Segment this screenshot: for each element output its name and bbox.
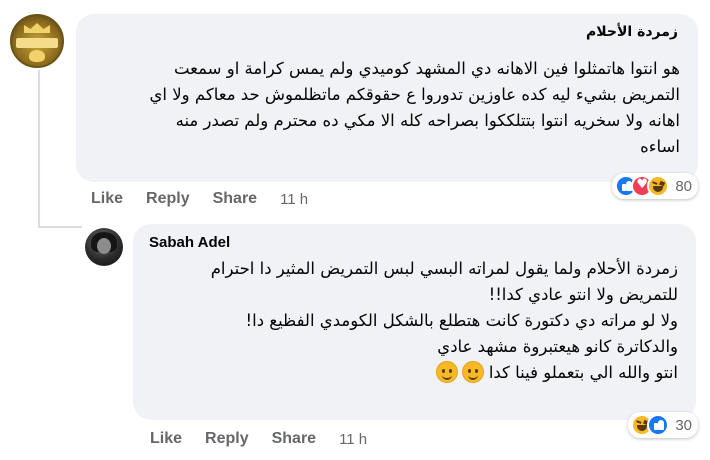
comment-line-with-emoji: انتو والله الي بتعملو فينا كدا	[211, 360, 678, 386]
reply-thread-connector	[38, 226, 82, 228]
reactions-summary[interactable]: 80	[612, 173, 698, 199]
reply-thread-line	[38, 70, 40, 228]
like-icon	[647, 414, 670, 436]
smiley-icon	[435, 361, 458, 383]
comment-author[interactable]: زمردة الأحلام	[586, 24, 678, 40]
comment-line: اهانه ولا سخريه انتوا بتتلككوا بصراحه كل…	[175, 111, 680, 130]
comment-line: اساءه	[640, 137, 680, 156]
avatar-comment-2[interactable]	[85, 228, 123, 266]
crown-icon	[24, 23, 50, 33]
comment-text: زمردة الأحلام ولما يقول لمراته البسي لبس…	[211, 256, 678, 386]
comment-actions: Like Reply Share 11 h	[150, 430, 367, 448]
comment-line: انتو والله الي بتعملو فينا كدا	[488, 363, 678, 382]
like-button[interactable]: Like	[150, 430, 182, 448]
reaction-count: 30	[675, 416, 692, 434]
comment-line: التمريض بشيء ليه كده عاوزين تدوروا ع حقو…	[149, 85, 680, 104]
reply-button[interactable]: Reply	[146, 190, 190, 208]
comment-actions: Like Reply Share 11 h	[91, 190, 308, 208]
reply-button[interactable]: Reply	[205, 430, 249, 448]
comment-line: هو انتوا هاتمثلوا فين الاهانه دي المشهد …	[173, 59, 680, 78]
timestamp[interactable]: 11 h	[280, 191, 308, 208]
haha-icon	[647, 175, 670, 197]
share-button[interactable]: Share	[213, 190, 257, 208]
comment-text: هو انتوا هاتمثلوا فين الاهانه دي المشهد …	[150, 56, 680, 160]
like-button[interactable]: Like	[91, 190, 123, 208]
comment-bubble-2: Sabah Adel زمردة الأحلام ولما يقول لمرات…	[133, 224, 696, 420]
timestamp[interactable]: 11 h	[339, 431, 367, 448]
avatar-face	[97, 238, 111, 254]
comment-line: زمردة الأحلام ولما يقول لمراته البسي لبس…	[210, 259, 678, 278]
comment-author[interactable]: Sabah Adel	[149, 234, 230, 251]
comment-bubble-1: زمردة الأحلام هو انتوا هاتمثلوا فين الاه…	[76, 14, 698, 182]
avatar-comment-1[interactable]	[10, 14, 64, 68]
comment-line: والدكاترة كانو هيعتبروة مشهد عادي	[437, 337, 678, 356]
smiley-icon	[461, 361, 484, 383]
share-button[interactable]: Share	[272, 430, 316, 448]
comment-line: للتمريض ولا انتو عادي كدا!!	[488, 285, 678, 304]
comment-line: ولا لو مراته دي دكتورة كانت هتطلع بالشكل…	[245, 311, 679, 330]
reactions-summary[interactable]: 30	[628, 412, 698, 438]
reaction-count: 80	[675, 177, 692, 195]
avatar-banner	[16, 38, 58, 48]
avatar-emblem	[29, 50, 45, 62]
